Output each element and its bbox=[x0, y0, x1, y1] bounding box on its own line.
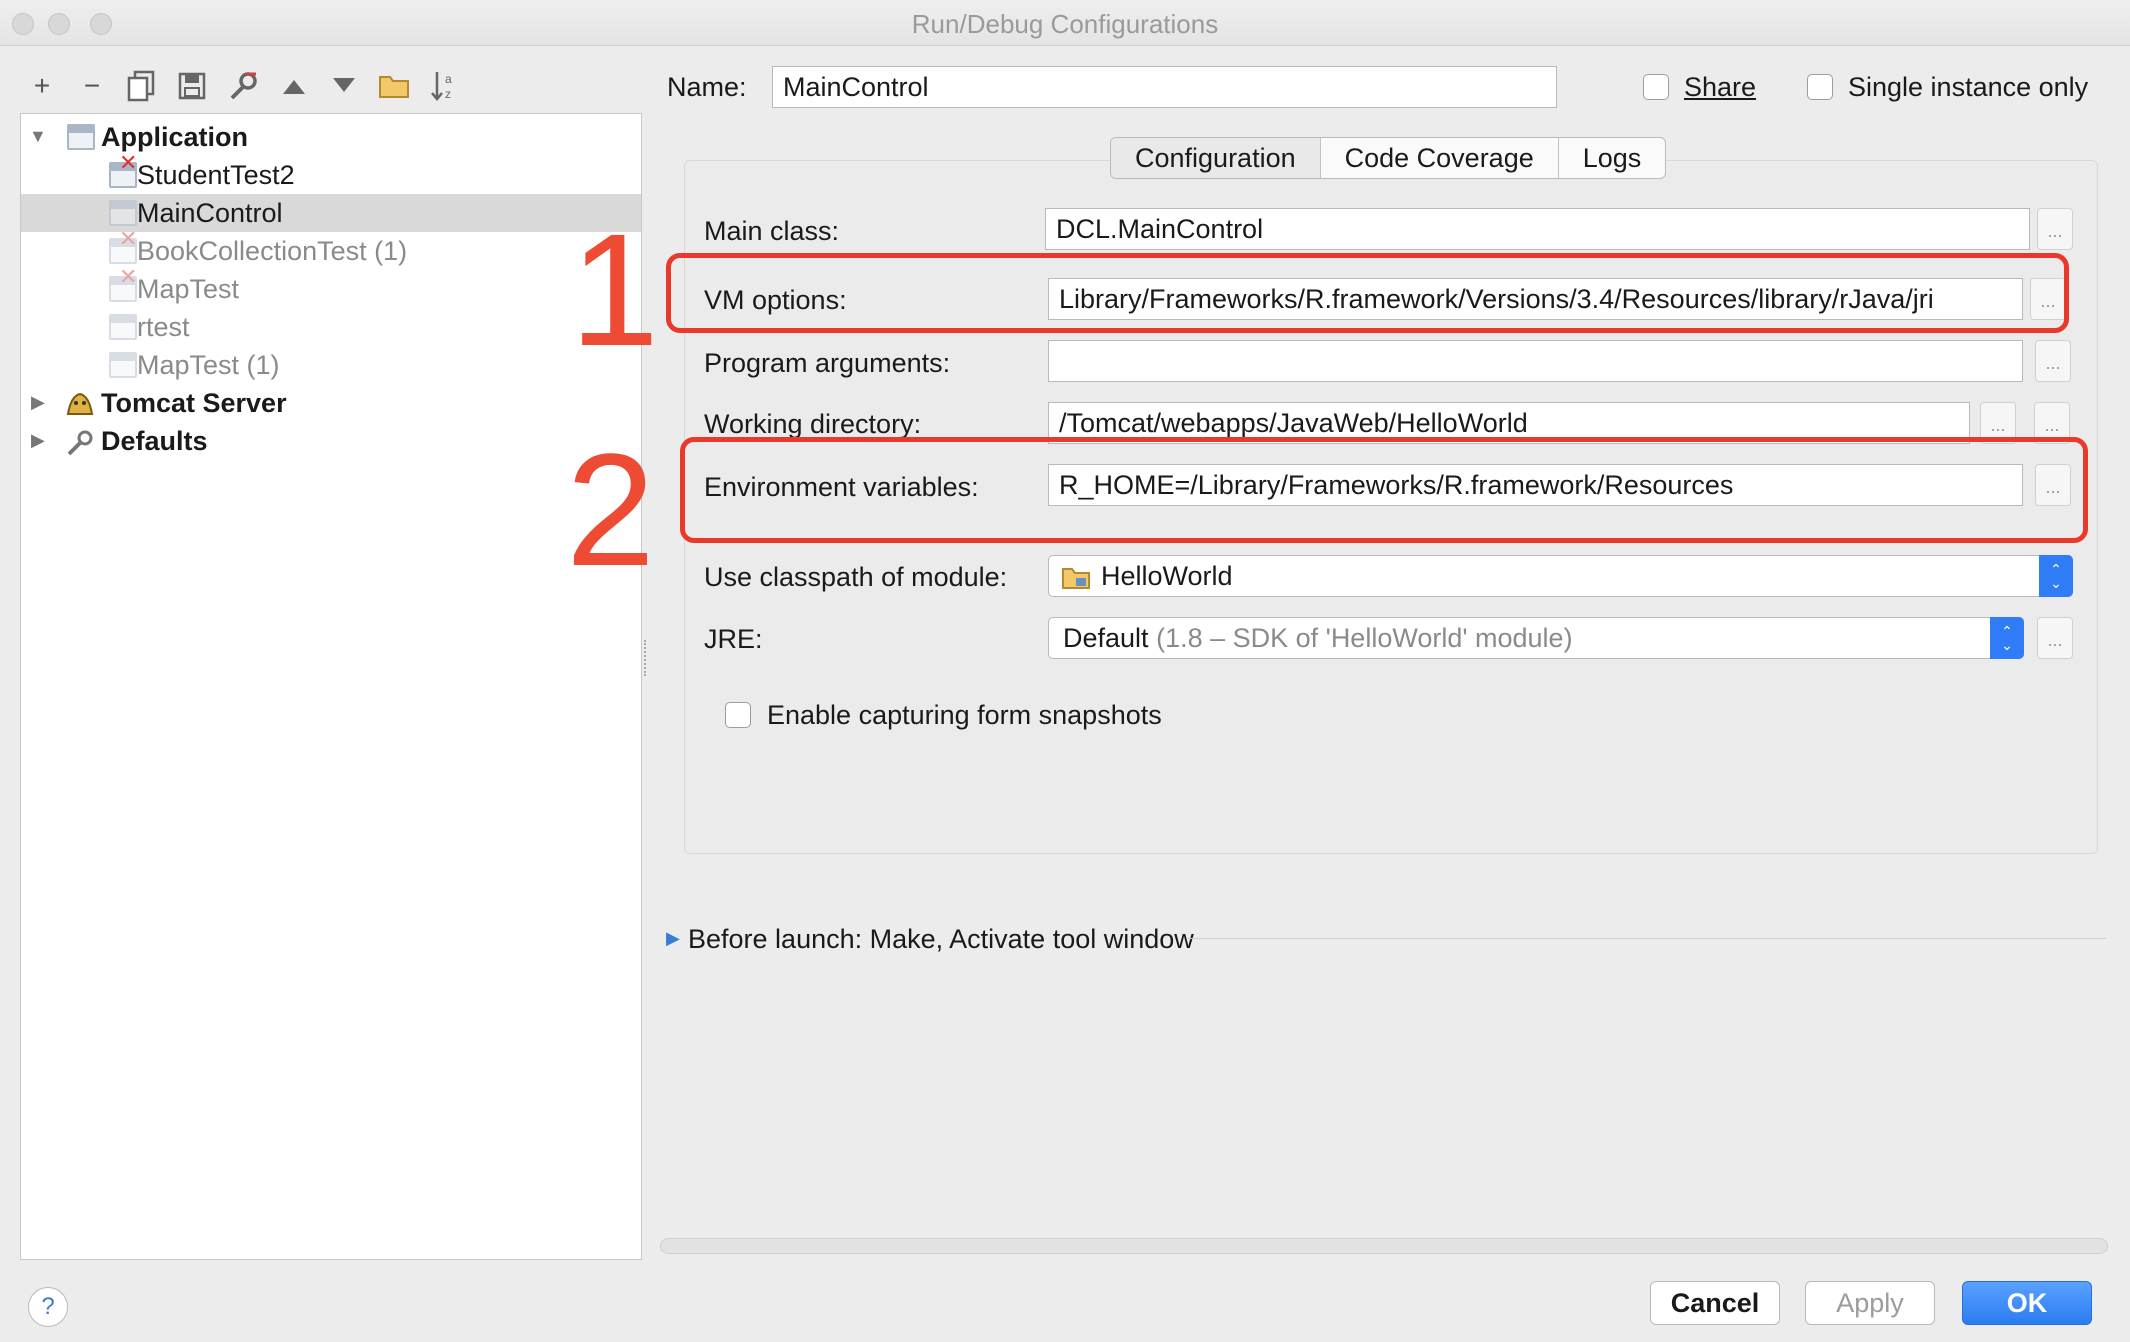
svg-text:z: z bbox=[445, 87, 451, 101]
application-icon bbox=[67, 124, 95, 150]
share-checkbox[interactable] bbox=[1643, 74, 1669, 100]
configuration-tree[interactable]: ▼ Application ✕ StudentTest2 MainControl… bbox=[20, 113, 642, 1260]
select-stepper-icon: ⌃ ⌄ bbox=[2039, 555, 2073, 597]
wrench-icon[interactable] bbox=[226, 68, 262, 104]
main-class-label: Main class: bbox=[704, 216, 840, 246]
highlight-box-1 bbox=[666, 253, 2069, 333]
tree-item-studenttest2[interactable]: ✕ StudentTest2 bbox=[21, 150, 641, 194]
config-icon bbox=[109, 314, 137, 340]
tree-node-tomcat-server[interactable]: ▶ Tomcat Server bbox=[21, 384, 641, 422]
apply-button[interactable]: Apply bbox=[1805, 1281, 1935, 1325]
add-icon[interactable]: + bbox=[24, 68, 60, 104]
name-label: Name: bbox=[667, 72, 747, 102]
title-bar: Run/Debug Configurations bbox=[0, 0, 2130, 46]
expand-arrow-icon[interactable]: ▼ bbox=[29, 126, 47, 147]
ok-button[interactable]: OK bbox=[1962, 1281, 2092, 1325]
tree-item-rtest[interactable]: rtest bbox=[21, 308, 641, 346]
config-icon bbox=[109, 352, 137, 378]
save-icon[interactable] bbox=[174, 68, 210, 104]
tree-node-application[interactable]: ▼ Application bbox=[21, 118, 641, 156]
error-config-icon: ✕ bbox=[109, 264, 137, 302]
window-title: Run/Debug Configurations bbox=[911, 9, 1219, 39]
tree-label-application: Application bbox=[101, 122, 248, 152]
jre-label: JRE: bbox=[704, 624, 763, 654]
collapse-arrow-icon[interactable]: ▶ bbox=[31, 392, 45, 413]
tree-item-maincontrol[interactable]: MainControl bbox=[21, 194, 641, 232]
tab-bar: Configuration Code Coverage Logs bbox=[1110, 137, 1667, 179]
copy-icon[interactable] bbox=[124, 68, 160, 104]
tab-code-coverage[interactable]: Code Coverage bbox=[1321, 138, 1559, 178]
snapshots-label: Enable capturing form snapshots bbox=[767, 700, 1162, 730]
tree-label-maptest: MapTest bbox=[137, 274, 240, 304]
classpath-module-label: Use classpath of module: bbox=[704, 562, 1008, 592]
jre-hint: (1.8 – SDK of 'HelloWorld' module) bbox=[1156, 623, 1573, 653]
defaults-wrench-icon bbox=[65, 428, 93, 456]
collapse-arrow-icon[interactable]: ▶ bbox=[31, 430, 45, 451]
classpath-module-value: HelloWorld bbox=[1101, 561, 1233, 591]
working-directory-label: Working directory: bbox=[704, 409, 922, 439]
name-input[interactable]: MainControl bbox=[772, 66, 1557, 108]
tree-item-bookcollectiontest[interactable]: ✕ BookCollectionTest (1) bbox=[21, 226, 641, 270]
tree-label-defaults: Defaults bbox=[101, 426, 208, 456]
tree-label-bookcollectiontest: BookCollectionTest (1) bbox=[137, 236, 408, 266]
classpath-module-select[interactable]: HelloWorld ⌃ ⌄ bbox=[1048, 555, 2073, 597]
tree-item-maptest[interactable]: ✕ MapTest bbox=[21, 264, 641, 308]
svg-text:a: a bbox=[445, 72, 452, 86]
tree-item-maptest-1[interactable]: MapTest (1) bbox=[21, 346, 641, 384]
tree-label-maptest-1: MapTest (1) bbox=[137, 350, 280, 380]
tree-label-tomcat-server: Tomcat Server bbox=[101, 388, 287, 418]
snapshots-checkbox[interactable] bbox=[725, 702, 751, 728]
program-arguments-expand-button[interactable]: ... bbox=[2035, 340, 2071, 382]
remove-icon[interactable]: − bbox=[74, 68, 110, 104]
tree-node-defaults[interactable]: ▶ Defaults bbox=[21, 422, 641, 460]
folder-icon[interactable] bbox=[376, 68, 412, 104]
horizontal-scrollbar[interactable] bbox=[660, 1238, 2108, 1254]
sort-icon[interactable]: az bbox=[426, 68, 462, 104]
error-config-icon: ✕ bbox=[109, 150, 137, 188]
help-button[interactable]: ? bbox=[28, 1287, 68, 1327]
module-folder-icon bbox=[1061, 562, 1091, 602]
jre-value: Default bbox=[1063, 623, 1149, 653]
annotation-number-1: 1 bbox=[570, 200, 659, 379]
arrow-down-icon[interactable] bbox=[326, 68, 362, 104]
error-config-icon: ✕ bbox=[109, 226, 137, 264]
highlight-box-2 bbox=[680, 437, 2088, 543]
main-class-input[interactable]: DCL.MainControl bbox=[1045, 208, 2030, 250]
jre-select[interactable]: Default (1.8 – SDK of 'HelloWorld' modul… bbox=[1048, 617, 2024, 659]
config-icon bbox=[109, 200, 137, 226]
arrow-up-icon[interactable] bbox=[276, 68, 312, 104]
tree-label-rtest: rtest bbox=[137, 312, 190, 342]
jre-browse-button[interactable]: ... bbox=[2037, 617, 2073, 659]
tree-label-maincontrol: MainControl bbox=[137, 198, 283, 228]
program-arguments-label: Program arguments: bbox=[704, 348, 951, 378]
tree-label-studenttest2: StudentTest2 bbox=[137, 160, 295, 190]
before-launch-divider bbox=[1188, 938, 2106, 939]
annotation-number-2: 2 bbox=[566, 420, 655, 599]
select-stepper-icon: ⌃ ⌄ bbox=[1990, 617, 2024, 659]
single-instance-label: Single instance only bbox=[1848, 72, 2089, 102]
single-instance-checkbox[interactable] bbox=[1807, 74, 1833, 100]
tomcat-icon bbox=[65, 390, 94, 416]
before-launch-expand-icon[interactable]: ▶ bbox=[666, 928, 680, 949]
share-label: Share bbox=[1684, 72, 1757, 102]
tab-configuration[interactable]: Configuration bbox=[1111, 138, 1321, 178]
program-arguments-input[interactable] bbox=[1048, 340, 2023, 382]
main-class-browse-button[interactable]: ... bbox=[2037, 208, 2073, 250]
before-launch-label[interactable]: Before launch: Make, Activate tool windo… bbox=[688, 924, 1194, 955]
panel-splitter[interactable] bbox=[644, 640, 650, 676]
tab-logs[interactable]: Logs bbox=[1559, 138, 1666, 178]
cancel-button[interactable]: Cancel bbox=[1650, 1281, 1780, 1325]
